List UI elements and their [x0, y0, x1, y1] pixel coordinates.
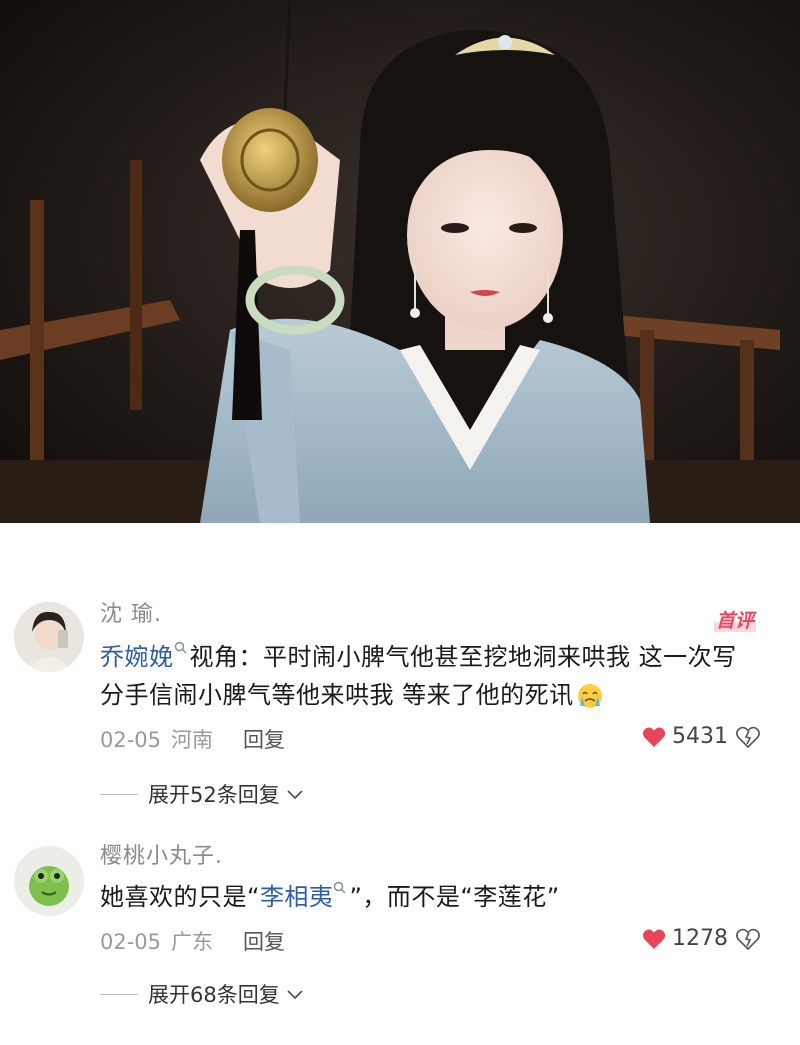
chevron-down-icon — [287, 790, 303, 800]
divider-line — [100, 993, 138, 995]
like-area: 1278 — [642, 926, 760, 951]
chevron-down-icon — [287, 990, 303, 1000]
comment-text: 她喜欢的只是“李相夷 ”，而不是“李莲花” — [100, 881, 560, 911]
username[interactable]: 樱桃小丸子. — [100, 838, 223, 870]
hero-image[interactable] — [0, 0, 800, 523]
comment-text: 乔婉娩 视角：平时闹小脾气他甚至挖地洞来哄我 这一次写分手信闹小脾气等他来哄我 等… — [100, 641, 737, 709]
dislike-icon[interactable] — [736, 726, 760, 748]
like-count: 1278 — [672, 926, 728, 951]
photo-illustration — [0, 0, 800, 523]
mention-link[interactable]: 乔婉娩 — [100, 641, 190, 671]
like-area: 5431 — [642, 724, 760, 749]
comment-meta: 02-05 河南 回复 — [100, 724, 285, 754]
heart-icon[interactable] — [642, 726, 666, 748]
comment-location: 广东 — [171, 930, 214, 954]
divider-line — [100, 793, 138, 795]
expand-replies-label: 展开52条回复 — [148, 783, 280, 807]
search-icon — [174, 641, 186, 654]
reply-button[interactable]: 回复 — [243, 930, 285, 954]
avatar[interactable] — [14, 602, 84, 672]
mention-link[interactable]: 李相夷 — [260, 881, 350, 911]
heart-icon[interactable] — [642, 928, 666, 950]
comment-date: 02-05 — [100, 930, 162, 954]
expand-replies-button[interactable]: 展开68条回复 — [100, 979, 304, 1009]
expand-replies-label: 展开68条回复 — [148, 983, 280, 1007]
first-comment-badge: 首评 — [713, 610, 756, 632]
comment-location: 河南 — [171, 728, 214, 752]
search-icon — [334, 881, 346, 894]
comment-meta: 02-05 广东 回复 — [100, 926, 285, 956]
dislike-icon[interactable] — [736, 928, 760, 950]
crying-emoji-icon — [577, 684, 602, 708]
like-count: 5431 — [672, 724, 728, 749]
reply-button[interactable]: 回复 — [243, 728, 285, 752]
comment-date: 02-05 — [100, 728, 162, 752]
username[interactable]: 沈 瑜. — [100, 596, 162, 628]
expand-replies-button[interactable]: 展开52条回复 — [100, 779, 304, 809]
avatar[interactable] — [14, 846, 84, 916]
